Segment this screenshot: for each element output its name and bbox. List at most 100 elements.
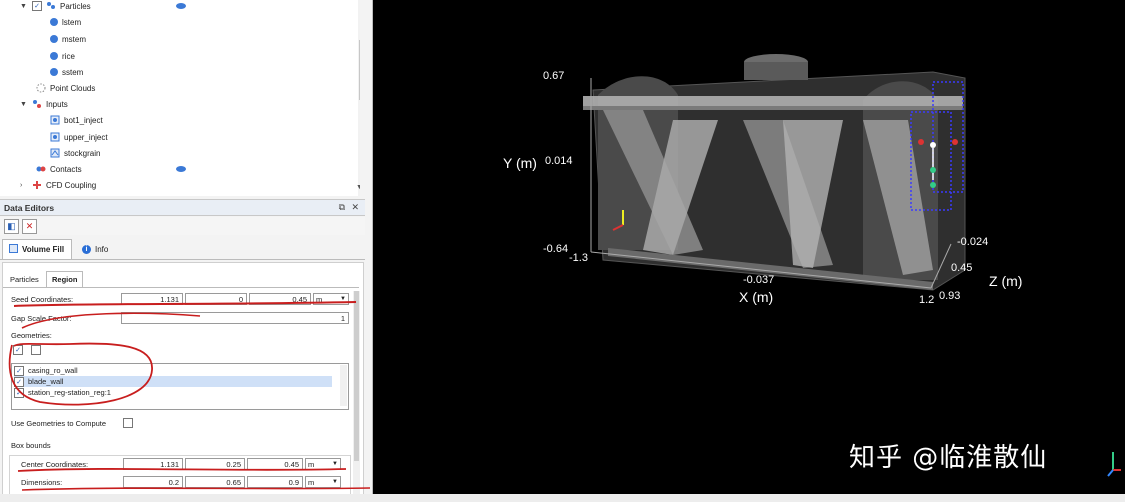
center-z-field[interactable]: 0.45 [247, 458, 303, 470]
box-bounds-label: Box bounds [11, 441, 51, 450]
close-icon[interactable]: ✕ [351, 202, 359, 213]
seed-coordinates-label: Seed Coordinates: [11, 295, 74, 304]
geometries-list[interactable]: ✓ casing_ro_wall ✓ blade_wall ✓ station_reg… [11, 363, 349, 410]
watermark-text: 知乎 @临淮散仙 [849, 443, 1048, 473]
tree-item-sstem[interactable]: sstem [50, 64, 83, 80]
tree-item-cfd-coupling[interactable]: › CFD Coupling [20, 177, 96, 193]
point-cloud-icon [36, 83, 46, 93]
use-geometries-checkbox[interactable] [123, 418, 133, 428]
tree-item-label: Point Clouds [50, 83, 96, 93]
z-axis-label: Z (m) [989, 273, 1023, 289]
seed-z-field[interactable]: 0.45 [249, 293, 311, 305]
eye-icon[interactable] [176, 166, 186, 172]
list-item[interactable]: ✓ blade_wall [14, 376, 332, 387]
gap-scale-field[interactable]: 1 [121, 312, 349, 324]
use-geometries-label: Use Geometries to Compute [11, 419, 107, 428]
x-tick-left: -1.3 [569, 252, 588, 264]
tree-item-label: rice [62, 51, 75, 61]
checkbox-icon[interactable]: ✓ [14, 387, 24, 398]
contacts-icon [36, 164, 46, 174]
inputs-icon [32, 99, 42, 109]
tree-item-particles[interactable]: ▼ ✓ Particles [20, 0, 91, 14]
unit-value: m [316, 295, 323, 304]
editor-tabs: Volume Fill i Info [0, 237, 365, 260]
seed-y-field[interactable]: 0 [185, 293, 247, 305]
sub-tabs: Particles Region [3, 269, 359, 288]
z-tick-mid: 0.45 [951, 262, 973, 274]
new-icon[interactable]: ◧ [4, 219, 19, 234]
checkbox-icon[interactable]: ✓ [14, 376, 24, 387]
tree-item-lstem[interactable]: lstem [50, 14, 81, 30]
scroll-down-arrow-icon[interactable]: ▼ [356, 184, 360, 191]
tab-label: Info [95, 244, 109, 254]
dim-z-field[interactable]: 0.9 [247, 476, 303, 488]
particle-dot-icon [50, 18, 58, 26]
model-render [583, 54, 1121, 477]
checkbox-icon[interactable]: ✓ [14, 365, 24, 376]
tab-volume-fill[interactable]: Volume Fill [2, 239, 72, 259]
geometry-label: casing_ro_wall [28, 366, 78, 375]
volume-fill-icon [9, 244, 18, 255]
region-pane: Particles Region Seed Coordinates: 1.131… [2, 262, 364, 502]
tree-item-mstem[interactable]: mstem [50, 31, 86, 47]
tab-particles[interactable]: Particles [5, 271, 44, 287]
chevron-right-icon[interactable]: › [20, 182, 28, 189]
seed-x-field[interactable]: 1.131 [121, 293, 183, 305]
tree-item-stockgrain[interactable]: stockgrain [50, 145, 100, 161]
coupling-icon [32, 180, 42, 190]
dim-y-field[interactable]: 0.65 [185, 476, 245, 488]
center-y-field[interactable]: 0.25 [185, 458, 245, 470]
injector-icon [50, 132, 60, 142]
select-none-checkbox[interactable] [31, 345, 41, 355]
float-icon[interactable]: ⧉ [339, 202, 345, 213]
scroll-thumb[interactable] [354, 291, 359, 461]
tree-item-point-clouds[interactable]: Point Clouds [36, 80, 95, 96]
list-item[interactable]: ✓ casing_ro_wall [14, 365, 332, 376]
gap-scale-label: Gap Scale Factor: [11, 314, 72, 323]
x-tick-right: 1.2 [919, 294, 935, 306]
tree-item-label: stockgrain [64, 148, 101, 158]
y-tick-mid: 0.014 [545, 155, 573, 167]
tab-region[interactable]: Region [46, 271, 84, 287]
chevron-down-icon[interactable]: ▼ [20, 101, 28, 108]
particles-icon [46, 1, 56, 11]
injector-icon [50, 115, 60, 125]
y-axis-label: Y (m) [503, 155, 537, 171]
tab-info[interactable]: i Info [76, 239, 114, 259]
delete-icon[interactable]: ✕ [22, 219, 37, 234]
tree-item-upper-inject[interactable]: upper_inject [50, 129, 108, 145]
dim-x-field[interactable]: 0.2 [123, 476, 183, 488]
center-coordinates-label: Center Coordinates: [21, 460, 89, 469]
chevron-down-icon[interactable]: ▼ [20, 3, 28, 10]
model-tree: ▼ ✓ Particles lstem mstem rice sstem Poi… [0, 0, 360, 196]
center-unit-select[interactable]: m ▼ [305, 458, 341, 470]
3d-viewport[interactable]: 0.67 0.014 -0.64 Y (m) -1.3 -0.037 1.2 X… [373, 0, 1125, 494]
pane-scrollbar[interactable] [353, 291, 360, 496]
z-tick-top: -0.024 [957, 236, 989, 248]
chevron-down-icon: ▼ [332, 479, 338, 485]
list-scrollbar[interactable] [340, 365, 347, 406]
scroll-thumb[interactable] [359, 40, 360, 100]
tree-item-bot1-inject[interactable]: bot1_inject [50, 112, 103, 128]
particle-dot-icon [50, 35, 58, 43]
tree-item-label: mstem [62, 34, 86, 44]
select-all-checkbox[interactable]: ✓ [13, 345, 23, 355]
tree-scrollbar[interactable] [358, 0, 360, 196]
seed-unit-select[interactable]: m ▼ [313, 293, 349, 305]
unit-value: m [308, 478, 315, 487]
y-tick-bottom: -0.64 [543, 243, 569, 255]
eye-icon[interactable] [176, 3, 186, 9]
tree-item-inputs[interactable]: ▼ Inputs [20, 96, 68, 112]
tree-item-contacts[interactable]: Contacts [36, 161, 82, 177]
tree-item-label: Particles [60, 1, 91, 11]
x-axis-label: X (m) [739, 289, 774, 305]
center-x-field[interactable]: 1.131 [123, 458, 183, 470]
tree-item-rice[interactable]: rice [50, 48, 75, 64]
tree-item-label: Contacts [50, 164, 82, 174]
tree-item-label: CFD Coupling [46, 180, 97, 190]
checkbox-icon[interactable]: ✓ [32, 1, 42, 11]
list-item[interactable]: ✓ station_reg-station_reg:1 [14, 387, 332, 398]
dims-unit-select[interactable]: m ▼ [305, 476, 341, 488]
tree-item-label: sstem [62, 67, 84, 77]
tree-item-label: lstem [62, 17, 82, 27]
